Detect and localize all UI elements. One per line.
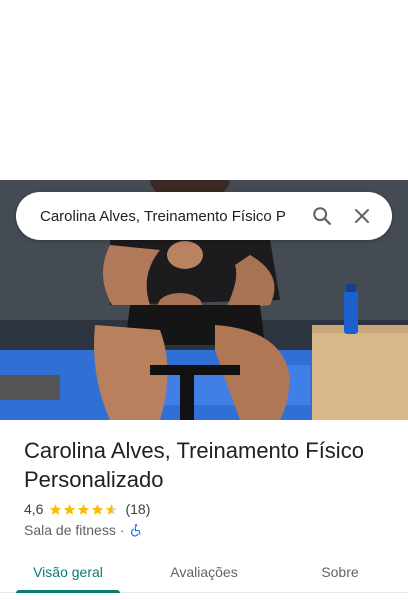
- search-input[interactable]: Carolina Alves, Treinamento Físico P: [40, 208, 302, 225]
- review-count[interactable]: (18): [125, 501, 150, 517]
- wheelchair-accessible-icon[interactable]: [129, 523, 143, 537]
- place-title: Carolina Alves, Treinamento Físico Perso…: [24, 438, 364, 492]
- tab-about[interactable]: Sobre: [272, 552, 408, 592]
- category-row: Sala de fitness ·: [24, 520, 143, 540]
- place-tabs: Visão geral Avaliações Sobre: [0, 552, 408, 593]
- search-icon: [313, 207, 331, 225]
- star-full-icon: [78, 503, 90, 515]
- star-full-icon: [92, 503, 104, 515]
- star-full-icon: [64, 503, 76, 515]
- star-full-icon: [50, 503, 62, 515]
- tab-overview[interactable]: Visão geral: [0, 552, 136, 593]
- separator-dot: ·: [119, 522, 125, 538]
- search-button[interactable]: [302, 196, 342, 236]
- close-button[interactable]: [342, 196, 382, 236]
- close-icon: [355, 209, 369, 223]
- rating-value: 4,6: [24, 501, 44, 517]
- star-half-icon: [106, 503, 118, 515]
- rating-stars: [49, 503, 119, 516]
- search-bar[interactable]: Carolina Alves, Treinamento Físico P: [16, 192, 392, 240]
- tab-reviews[interactable]: Avaliações: [136, 552, 272, 592]
- rating-row[interactable]: 4,6 (18): [24, 499, 150, 519]
- place-category[interactable]: Sala de fitness: [24, 522, 116, 538]
